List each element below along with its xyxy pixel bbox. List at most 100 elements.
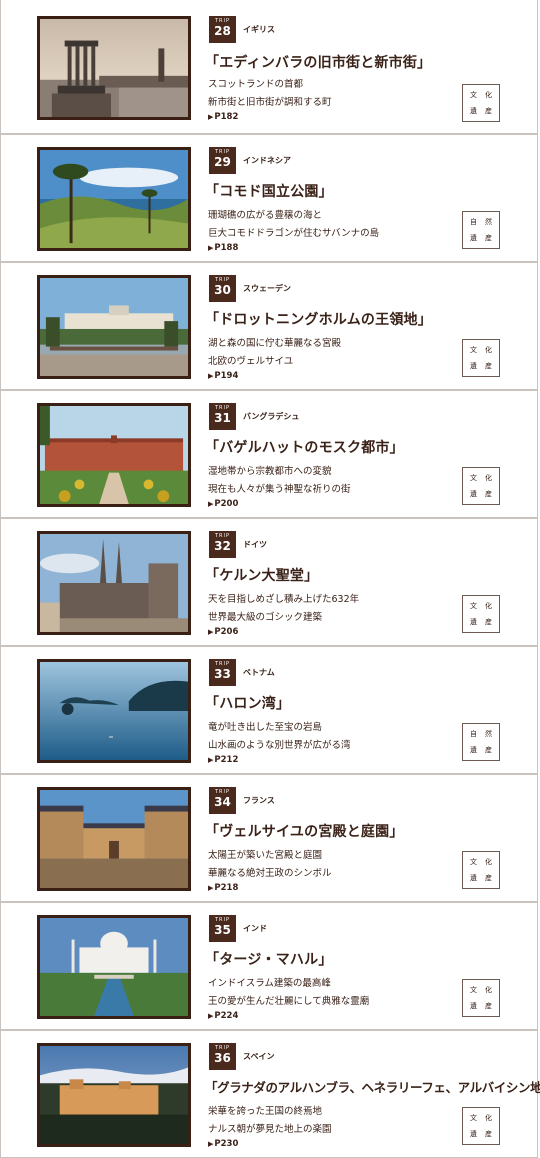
tag-char: 然 — [485, 730, 492, 738]
tag-char: 遺 — [470, 1130, 477, 1138]
arrow-right-icon: ▶ — [208, 1012, 214, 1020]
trip-number: 35 — [214, 923, 231, 937]
tag-char: 産 — [485, 874, 492, 882]
page-number: P206 — [214, 627, 239, 637]
tag-char: 化 — [485, 474, 492, 482]
page-link[interactable]: ▶P182 — [208, 112, 238, 122]
tag-char: 産 — [485, 362, 492, 370]
site-title: 「グラナダのアルハンブラ、ヘネラリーフェ、アルバイシン地区」 — [205, 1080, 540, 1095]
arrow-right-icon: ▶ — [208, 628, 214, 636]
list-item[interactable]: TRIP 34 フランス 「ヴェルサイユの宮殿と庭園」 太陽王が築いた宮殿と庭園 … — [0, 774, 538, 902]
page-number: P212 — [214, 755, 239, 765]
arrow-right-icon: ▶ — [208, 244, 214, 252]
list-item[interactable]: TRIP 30 スウェーデン 「ドロットニングホルムの王領地」 湖と森の国に佇む華… — [0, 262, 538, 390]
trip-number: 28 — [214, 24, 231, 38]
description-line-2: 華麗なる絶対王政のシンボル — [208, 868, 332, 879]
tag-char: 遺 — [470, 362, 477, 370]
list-item[interactable]: TRIP 28 イギリス 「エディンバラの旧市街と新市街」 スコットランドの首都 … — [0, 0, 538, 134]
page-link[interactable]: ▶P200 — [208, 499, 238, 509]
page-link[interactable]: ▶P212 — [208, 755, 238, 765]
page-link[interactable]: ▶P218 — [208, 883, 238, 893]
page-link[interactable]: ▶P230 — [208, 1139, 238, 1149]
trip-badge: TRIP 36 — [209, 1043, 236, 1070]
page-number: P218 — [214, 883, 239, 893]
tag-char: 産 — [485, 490, 492, 498]
site-title: 「タージ・マハル」 — [205, 952, 333, 968]
heritage-type-tag: 文化遺産 — [462, 84, 500, 122]
tag-char: 産 — [485, 234, 492, 242]
halong-bay-thumbnail — [37, 659, 191, 763]
tag-char: 文 — [470, 474, 477, 482]
heritage-type-tag: 文化遺産 — [462, 1107, 500, 1145]
heritage-type-tag: 文化遺産 — [462, 595, 500, 633]
description-line-2: ナルス朝が夢見た地上の楽園 — [208, 1124, 332, 1135]
page-number: P200 — [214, 499, 239, 509]
description-line-1: 珊瑚礁の広がる豊穣の海と — [208, 210, 323, 221]
arrow-right-icon: ▶ — [208, 500, 214, 508]
tag-char: 文 — [470, 858, 477, 866]
tag-char: 文 — [470, 1114, 477, 1122]
trip-number: 29 — [214, 155, 231, 169]
site-title: 「ドロットニングホルムの王領地」 — [205, 312, 432, 328]
bagerhat-thumbnail — [37, 403, 191, 507]
tag-char: 自 — [470, 218, 477, 226]
site-title: 「ヴェルサイユの宮殿と庭園」 — [205, 824, 404, 840]
description-line-1: 天を目指しめざし積み上げた632年 — [208, 594, 360, 605]
country: ベトナム — [243, 668, 275, 677]
page-number: P224 — [214, 1011, 239, 1021]
tag-char: 文 — [470, 346, 477, 354]
description-line-2: 北欧のヴェルサイユ — [208, 356, 294, 367]
tag-char: 遺 — [470, 746, 477, 754]
tag-char: 自 — [470, 730, 477, 738]
alhambra-thumbnail — [37, 1043, 191, 1147]
arrow-right-icon: ▶ — [208, 756, 214, 764]
page-number: P194 — [214, 371, 239, 381]
description-line-2: 山水画のような別世界が広がる湾 — [208, 740, 351, 751]
page-link[interactable]: ▶P224 — [208, 1011, 238, 1021]
country: ドイツ — [243, 540, 267, 549]
heritage-type-tag: 文化遺産 — [462, 339, 500, 377]
description-line-2: 新市街と旧市街が調和する町 — [208, 97, 332, 108]
tag-char: 文 — [470, 602, 477, 610]
trip-badge: TRIP 28 — [209, 16, 236, 43]
site-title: 「ケルン大聖堂」 — [205, 568, 319, 584]
heritage-type-tag: 文化遺産 — [462, 467, 500, 505]
tag-char: 産 — [485, 746, 492, 754]
trip-number: 33 — [214, 667, 231, 681]
trip-badge: TRIP 35 — [209, 915, 236, 942]
list-item[interactable]: TRIP 31 バングラデシュ 「バゲルハットのモスク都市」 湿地帯から宗教都市へ… — [0, 390, 538, 518]
tag-char: 化 — [485, 346, 492, 354]
list-item[interactable]: TRIP 29 インドネシア 「コモド国立公園」 珊瑚礁の広がる豊穣の海と 巨大コ… — [0, 134, 538, 262]
description-line-1: 湖と森の国に佇む華麗なる宮殿 — [208, 338, 342, 349]
trip-number: 34 — [214, 795, 231, 809]
tag-char: 遺 — [470, 107, 477, 115]
list-item[interactable]: TRIP 32 ドイツ 「ケルン大聖堂」 天を目指しめざし積み上げた632年 世界… — [0, 518, 538, 646]
tag-char: 遺 — [470, 234, 477, 242]
page-link[interactable]: ▶P194 — [208, 371, 238, 381]
description-line-1: インドイスラム建築の最高峰 — [208, 978, 331, 989]
tag-char: 産 — [485, 1130, 492, 1138]
trip-number: 30 — [214, 283, 231, 297]
trip-badge: TRIP 29 — [209, 147, 236, 174]
page-number: P230 — [214, 1139, 239, 1149]
page-link[interactable]: ▶P188 — [208, 243, 238, 253]
description-line-2: 現在も人々が集う神聖な祈りの街 — [208, 484, 351, 495]
list-item[interactable]: TRIP 36 スペイン 「グラナダのアルハンブラ、ヘネラリーフェ、アルバイシン地… — [0, 1030, 540, 1158]
country: インドネシア — [243, 156, 291, 165]
cologne-cathedral-thumbnail — [37, 531, 191, 635]
tag-char: 然 — [485, 218, 492, 226]
tag-char: 文 — [470, 91, 477, 99]
page-number: P188 — [214, 243, 239, 253]
drottningholm-thumbnail — [37, 275, 191, 379]
tag-char: 化 — [485, 1114, 492, 1122]
page-link[interactable]: ▶P206 — [208, 627, 238, 637]
arrow-right-icon: ▶ — [208, 1140, 214, 1148]
description-line-2: 巨大コモドドラゴンが住むサバンナの島 — [208, 228, 380, 239]
taj-mahal-thumbnail — [37, 915, 191, 1019]
list-item[interactable]: TRIP 33 ベトナム 「ハロン湾」 竜が吐き出した至宝の岩島 山水画のような別… — [0, 646, 538, 774]
list-item[interactable]: TRIP 35 インド 「タージ・マハル」 インドイスラム建築の最高峰 王の愛が生… — [0, 902, 538, 1030]
tag-char: 産 — [485, 618, 492, 626]
site-title: 「バゲルハットのモスク都市」 — [205, 440, 404, 456]
heritage-type-tag: 自然遺産 — [462, 723, 500, 761]
tag-char: 文 — [470, 986, 477, 994]
